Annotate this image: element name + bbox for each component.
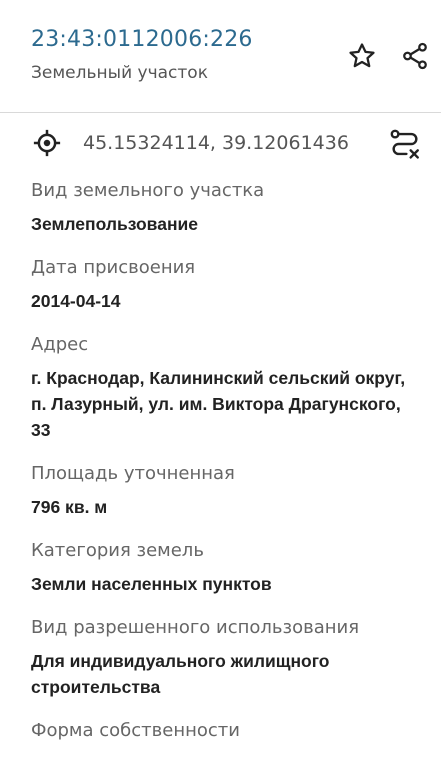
coordinates-text[interactable]: 45.15324114, 39.12061436 (83, 132, 349, 154)
field-permitted-use: Вид разрешенного использования Для индив… (31, 615, 421, 700)
share-button[interactable] (398, 39, 432, 73)
field-label: Форма собственности (31, 720, 240, 741)
field-land-type: Вид земельного участка Землепользование (31, 178, 421, 237)
field-value: 796 кв. м (31, 497, 108, 517)
field-label: Категория земель (31, 540, 204, 561)
field-assignment-date: Дата присвоения 2014-04-14 (31, 255, 421, 314)
field-land-category: Категория земель Земли населенных пункто… (31, 538, 421, 597)
route-icon[interactable] (388, 127, 422, 161)
field-label: Вид разрешенного использования (31, 617, 360, 638)
star-outline-icon (349, 43, 375, 68)
field-value: г. Краснодар, Калининский сельский округ… (31, 368, 406, 440)
crosshair-target-icon[interactable] (32, 128, 62, 158)
field-label: Площадь уточненная (31, 463, 235, 484)
field-address: Адрес г. Краснодар, Калининский сельский… (31, 332, 421, 443)
field-ownership-form: Форма собственности (31, 718, 421, 744)
field-label: Адрес (31, 334, 89, 355)
field-label: Дата присвоения (31, 257, 196, 278)
object-type: Земельный участок (31, 63, 208, 83)
field-value: Земли населенных пунктов (31, 574, 272, 594)
field-area: Площадь уточненная 796 кв. м (31, 461, 421, 520)
coordinates-row: 45.15324114, 39.12061436 (0, 113, 441, 175)
favorite-button[interactable] (345, 39, 379, 73)
share-icon (403, 42, 427, 70)
field-value: Для индивидуального жилищного строительс… (31, 651, 330, 697)
property-fields: Вид земельного участка Землепользование … (31, 178, 421, 762)
field-value: 2014-04-14 (31, 291, 121, 311)
header: 23:43:0112006:226 Земельный участок (0, 0, 441, 112)
cadastral-number[interactable]: 23:43:0112006:226 (31, 27, 253, 52)
field-label: Вид земельного участка (31, 180, 265, 201)
field-value: Землепользование (31, 214, 199, 234)
